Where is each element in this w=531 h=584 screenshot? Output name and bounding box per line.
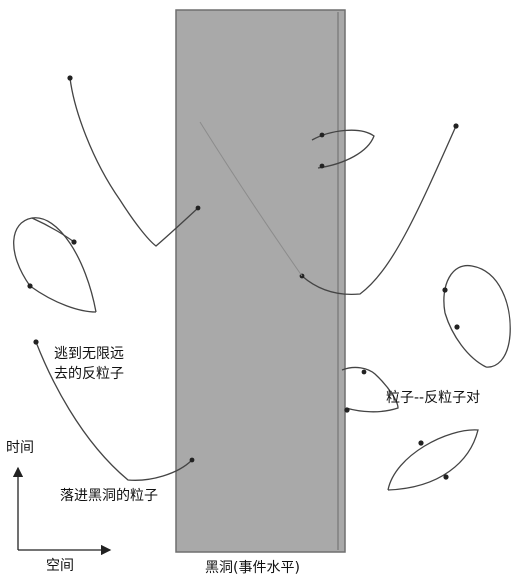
escaped-antiparticle-label-line2: 去的反粒子	[54, 366, 124, 382]
pair-dot	[319, 163, 325, 169]
black-hole-label: 黑洞(事件水平)	[205, 560, 300, 576]
escaped-antiparticle-label: 逃到无限远 去的反粒子	[54, 344, 124, 384]
pair-loop-left	[13, 217, 97, 313]
pair-dot	[454, 324, 460, 330]
trajectory-start-dot	[453, 123, 459, 129]
space-axis-label: 空间	[46, 558, 74, 574]
pair-dot	[442, 287, 448, 293]
pair-dot	[418, 440, 424, 446]
escaped-antiparticle-label-line1: 逃到无限远	[54, 346, 124, 362]
pair-loop-right	[443, 264, 511, 368]
pair-dot	[71, 239, 77, 245]
particle-antiparticle-pair-label: 粒子--反粒子对	[386, 390, 481, 406]
pair-dot	[319, 132, 325, 138]
trajectory-dot	[195, 205, 201, 211]
pair-dot	[361, 369, 367, 375]
time-axis-label: 时间	[6, 440, 34, 456]
black-hole-region	[175, 9, 346, 553]
falling-particle-label: 落进黑洞的粒子	[60, 488, 158, 504]
pair-dot	[27, 283, 33, 289]
trajectory-start-dot	[67, 75, 73, 81]
pair-dot	[443, 474, 449, 480]
pair-loop-lower-right	[387, 429, 479, 491]
pair-dot	[344, 407, 350, 413]
axes	[12, 466, 112, 556]
trajectory-start-dot	[33, 339, 39, 345]
trajectory-dot	[189, 457, 195, 463]
